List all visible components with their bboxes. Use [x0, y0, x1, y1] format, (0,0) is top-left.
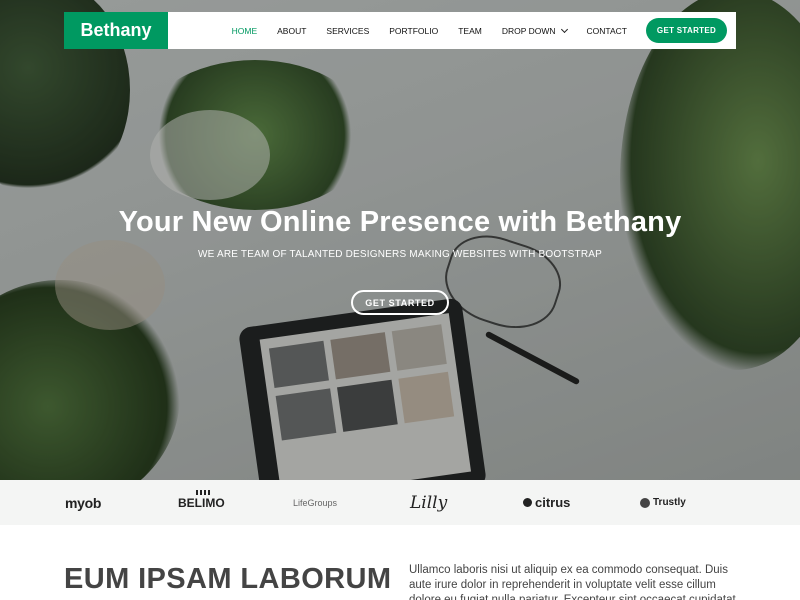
nav-dropdown[interactable]: DROP DOWN	[501, 25, 568, 36]
site-header: Bethany HOME ABOUT SERVICES PORTFOLIO TE…	[64, 12, 736, 49]
client-logo-text: citrus	[535, 495, 571, 510]
client-logo-text: myob	[65, 494, 102, 511]
client-logo-text: Lilly	[410, 492, 448, 513]
clients-strip: myob BELIMO LifeGroups Lilly citrus Trus…	[0, 480, 800, 525]
nav-dropdown-label: DROP DOWN	[501, 25, 556, 36]
logo[interactable]: Bethany	[64, 12, 168, 49]
trustly-icon	[640, 497, 650, 508]
main-nav: HOME ABOUT SERVICES PORTFOLIO TEAM DROP …	[212, 18, 727, 43]
chevron-down-icon	[560, 25, 568, 33]
hero-subtitle: WE ARE TEAM OF TALANTED DESIGNERS MAKING…	[198, 249, 602, 260]
header-get-started-button[interactable]: GET STARTED	[646, 18, 727, 43]
client-logo-trustly: Trustly	[640, 497, 686, 508]
nav-portfolio[interactable]: PORTFOLIO	[389, 26, 438, 36]
nav-team[interactable]: TEAM	[458, 26, 482, 36]
nav-contact[interactable]: CONTACT	[587, 26, 627, 36]
client-logo-text: LifeGroups	[293, 497, 338, 508]
about-text: Ullamco laboris nisi ut aliquip ex ea co…	[409, 564, 736, 600]
client-logo-belimo: BELIMO	[178, 489, 225, 510]
about-title: EUM IPSAM LABORUM	[64, 563, 392, 595]
hero-get-started-button[interactable]: GET STARTED	[351, 290, 449, 315]
belimo-mark-icon	[196, 489, 212, 495]
hero-section: Your New Online Presence with Bethany WE…	[0, 0, 800, 480]
nav-home[interactable]: HOME	[232, 26, 258, 36]
citrus-icon	[523, 498, 532, 507]
client-logo-text: BELIMO	[178, 495, 225, 510]
nav-about[interactable]: ABOUT	[277, 26, 306, 36]
client-logo-lifegroups: LifeGroups	[293, 498, 337, 508]
client-logo-lilly: Lilly	[410, 493, 447, 513]
client-logo-citrus: citrus	[523, 495, 570, 510]
hero-overlay	[0, 0, 800, 480]
nav-services[interactable]: SERVICES	[326, 26, 369, 36]
hero-title: Your New Online Presence with Bethany	[118, 206, 682, 238]
client-logo-text: Trustly	[653, 497, 686, 508]
client-logo-myob: myob	[65, 495, 101, 511]
